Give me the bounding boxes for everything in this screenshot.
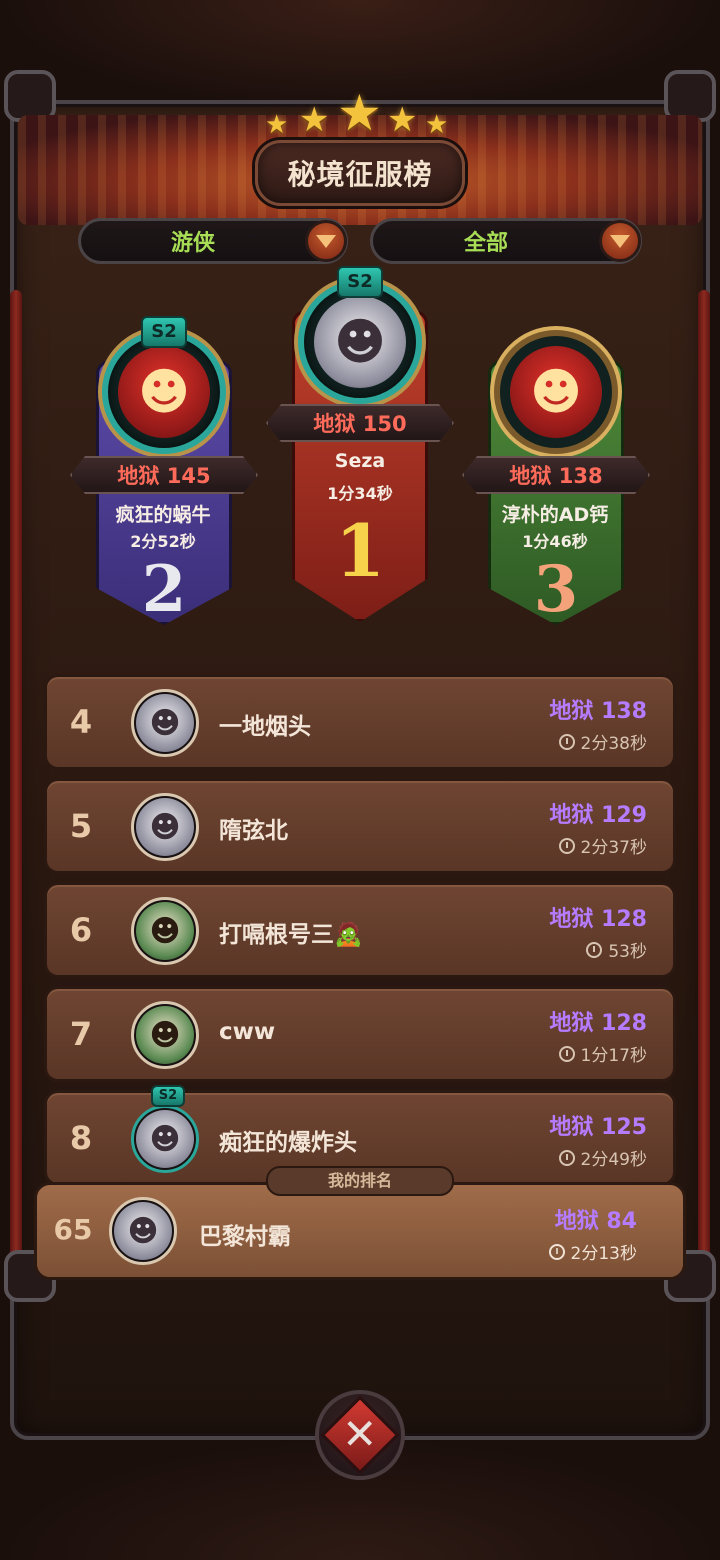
season-badge: S2 xyxy=(141,316,187,348)
close-x-icon: ✕ xyxy=(342,1409,378,1459)
clock-icon xyxy=(548,1243,565,1260)
demon-avatar-icon: ☻ xyxy=(118,346,210,438)
podium-avatar-second[interactable]: ☻ xyxy=(102,330,226,454)
my-time: 2分13秒 xyxy=(548,1239,637,1264)
chevron-down-icon[interactable] xyxy=(305,220,347,262)
score-text: 地狱 138 xyxy=(509,464,603,488)
time-text: 2分49秒 xyxy=(580,1150,647,1170)
row-rank: 4 xyxy=(69,703,93,741)
clock-icon xyxy=(586,941,603,958)
star-icon: ★ xyxy=(299,100,330,140)
my-rank-tag: 我的排名 xyxy=(266,1166,454,1196)
chevron-down-icon[interactable] xyxy=(599,220,641,262)
scope-filter-dropdown[interactable]: 全部 xyxy=(370,218,642,264)
frame-rail-right xyxy=(698,290,710,1290)
list-item[interactable]: 6 ☻ 打嗝根号三🧟 地狱 128 53秒 xyxy=(44,882,676,978)
title-plate: 秘境征服榜 xyxy=(255,140,465,206)
star-icon: ★ xyxy=(337,84,382,142)
sheep-avatar-icon: ☻ xyxy=(136,798,194,856)
podium-time-second: 2分52秒 xyxy=(130,532,196,551)
sheep-avatar-icon: ☻ xyxy=(114,1202,172,1260)
class-filter-dropdown[interactable]: 游侠 xyxy=(78,218,348,264)
podium-time-third: 1分46秒 xyxy=(522,532,588,551)
class-filter-label: 游侠 xyxy=(170,231,215,256)
podium-name-second: 疯狂的蜗牛 xyxy=(115,504,211,526)
sheep-avatar-icon: ☻ xyxy=(136,1110,194,1168)
row-score: 地狱 129 xyxy=(549,803,647,828)
row-player-name: 一地烟头 xyxy=(219,714,311,740)
fox-avatar-icon: ☻ xyxy=(136,902,194,960)
my-score: 地狱 84 xyxy=(554,1209,637,1234)
podium-rank-third: 3 xyxy=(533,552,579,627)
row-score: 地狱 125 xyxy=(549,1115,647,1140)
time-text: 1分17秒 xyxy=(580,1046,647,1066)
star-icon: ★ xyxy=(387,100,418,140)
star-icon: ★ xyxy=(265,110,289,140)
row-score: 地狱 128 xyxy=(549,1011,647,1036)
row-score: 地狱 128 xyxy=(549,907,647,932)
page-title: 秘境征服榜 xyxy=(287,158,433,191)
time-text: 53秒 xyxy=(608,942,647,962)
podium-name-first: Seza xyxy=(334,450,386,472)
my-rank-row[interactable]: 65 ☻ 巴黎村霸 地狱 84 2分13秒 xyxy=(34,1182,686,1280)
clock-icon xyxy=(558,1045,575,1062)
avatar[interactable]: ☻ xyxy=(131,1001,199,1069)
row-time: 2分38秒 xyxy=(558,729,647,754)
podium-time-first: 1分34秒 xyxy=(327,484,393,503)
podium-avatar-third[interactable]: ☻ xyxy=(494,330,618,454)
scope-filter-label: 全部 xyxy=(463,231,508,256)
header-stars: ★ ★ ★ ★ ★ xyxy=(265,84,455,142)
row-time: 1分17秒 xyxy=(558,1041,647,1066)
row-rank: 5 xyxy=(69,807,93,845)
row-time: 2分37秒 xyxy=(558,833,647,858)
clock-icon xyxy=(558,1149,575,1166)
row-player-name: cww xyxy=(219,1019,276,1045)
my-player-name: 巴黎村霸 xyxy=(199,1224,291,1250)
time-text: 2分37秒 xyxy=(580,838,647,858)
podium-rank-second: 2 xyxy=(141,552,187,627)
demon-avatar-icon: ☻ xyxy=(510,346,602,438)
podium-rank-first: 1 xyxy=(334,508,386,593)
podium-score-third: 地狱 138 xyxy=(462,456,650,494)
time-text: 2分13秒 xyxy=(570,1244,637,1264)
row-player-name: 打嗝根号三🧟 xyxy=(219,922,363,948)
season-badge: S2 xyxy=(337,266,383,298)
row-player-name: 隋弦北 xyxy=(219,818,288,844)
clock-icon xyxy=(558,837,575,854)
sheep-avatar-icon: ☻ xyxy=(136,694,194,752)
avatar[interactable]: ☻ xyxy=(131,793,199,861)
fox-avatar-icon: ☻ xyxy=(136,1006,194,1064)
sheep-avatar-icon: ☻ xyxy=(314,296,406,388)
my-rank-number: 65 xyxy=(53,1213,93,1246)
frame-rail-left xyxy=(10,290,22,1290)
score-text: 地狱 150 xyxy=(313,412,407,436)
avatar[interactable]: ☻ xyxy=(109,1197,177,1265)
podium-avatar-first[interactable]: ☻ xyxy=(298,280,422,404)
season-badge: S2 xyxy=(151,1085,185,1107)
row-rank: 7 xyxy=(69,1015,93,1053)
row-score: 地狱 138 xyxy=(549,699,647,724)
avatar[interactable]: ☻ xyxy=(131,897,199,965)
podium-score-first: 地狱 150 xyxy=(266,404,454,442)
avatar[interactable]: ☻ xyxy=(131,1105,199,1173)
row-player-name: 痴狂的爆炸头 xyxy=(219,1130,357,1156)
avatar[interactable]: ☻ xyxy=(131,689,199,757)
row-rank: 8 xyxy=(69,1119,93,1157)
close-diamond: ✕ xyxy=(320,1395,400,1475)
time-text: 2分38秒 xyxy=(580,734,647,754)
podium-name-third: 淳朴的AD钙 xyxy=(501,504,609,526)
row-time: 2分49秒 xyxy=(558,1145,647,1170)
list-item[interactable]: 7 ☻ cww 地狱 128 1分17秒 xyxy=(44,986,676,1082)
close-button[interactable]: ✕ xyxy=(315,1390,405,1480)
list-item[interactable]: 5 ☻ 隋弦北 地狱 129 2分37秒 xyxy=(44,778,676,874)
row-rank: 6 xyxy=(69,911,93,949)
podium-score-second: 地狱 145 xyxy=(70,456,258,494)
score-text: 地狱 145 xyxy=(117,464,211,488)
list-item[interactable]: 4 ☻ 一地烟头 地狱 138 2分38秒 xyxy=(44,674,676,770)
clock-icon xyxy=(558,733,575,750)
star-icon: ★ xyxy=(425,110,449,140)
row-time: 53秒 xyxy=(586,937,647,962)
